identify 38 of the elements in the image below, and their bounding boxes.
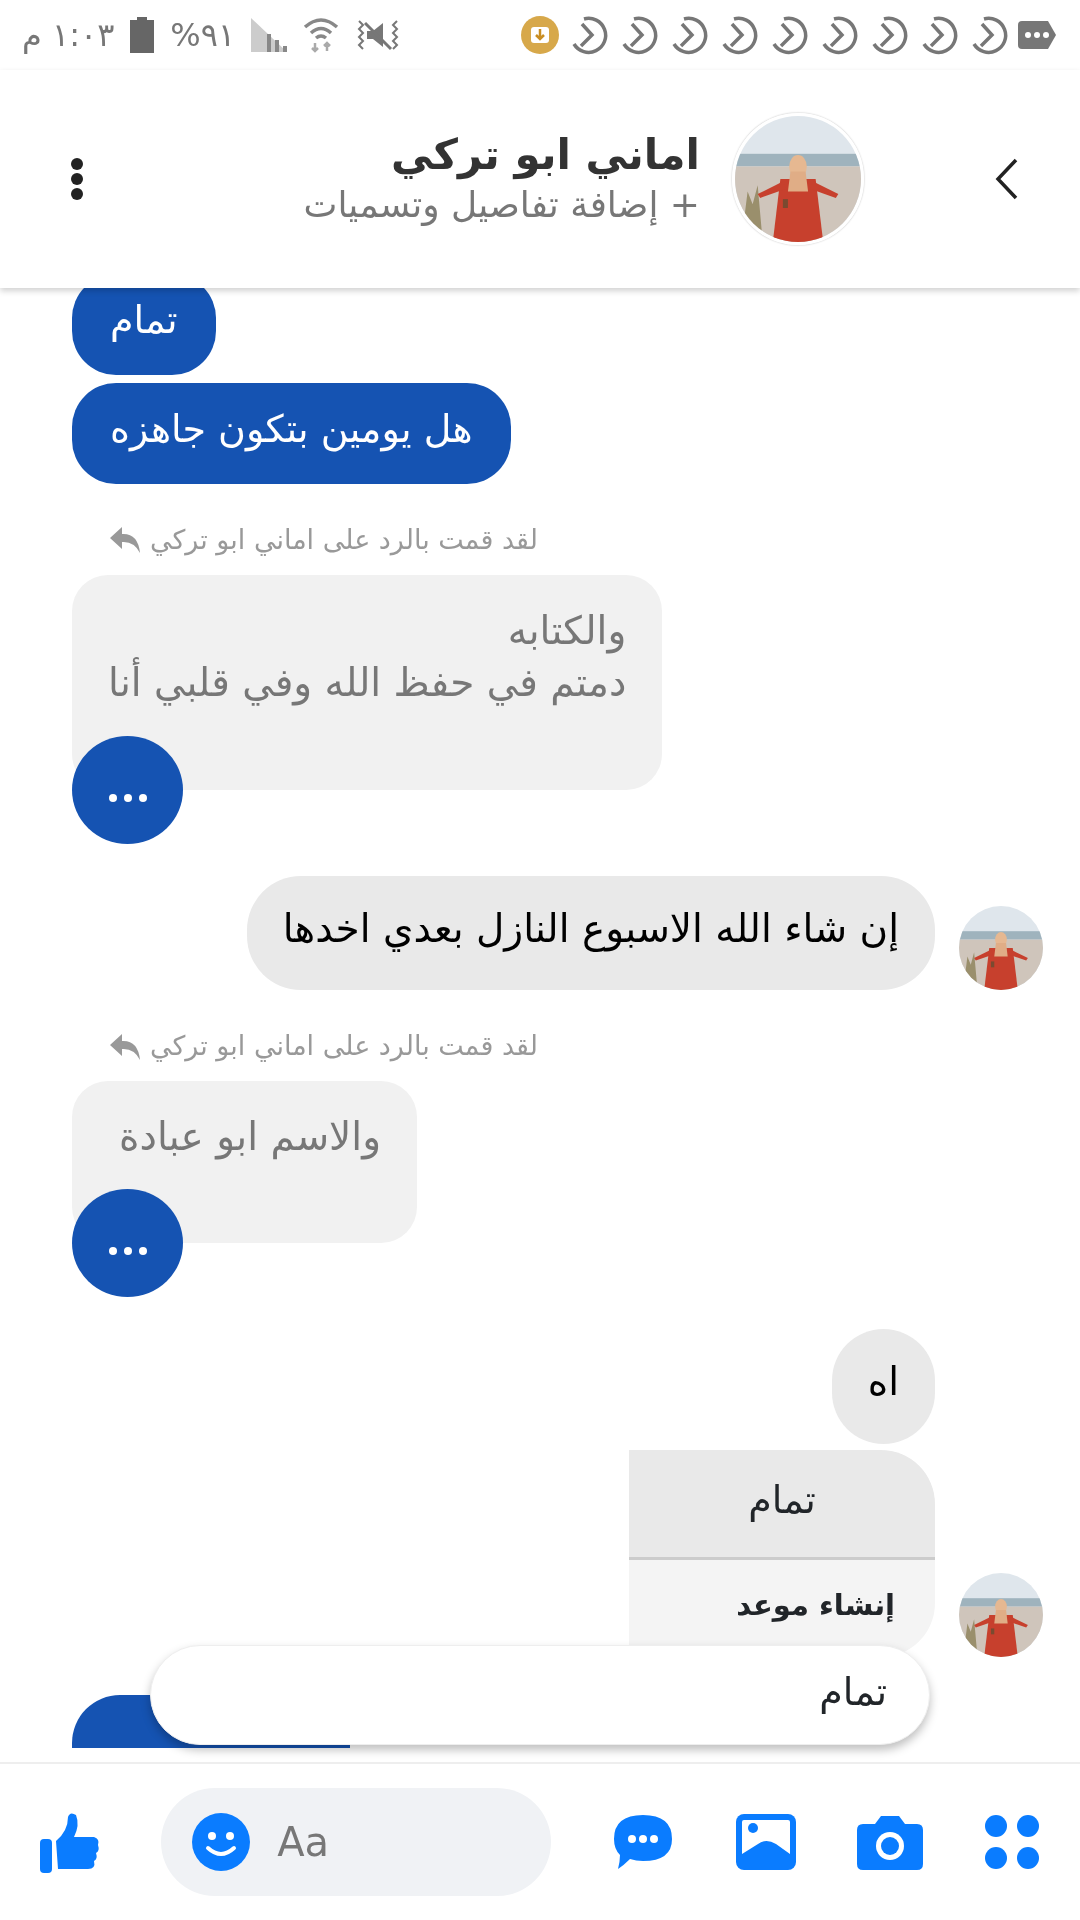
message-bubble: إن شاء الله الاسبوع النازل بعدي اخدها bbox=[246, 875, 935, 991]
download-icon bbox=[520, 15, 560, 55]
message-bubble: هل يومين بتكون جاهزه bbox=[72, 383, 511, 484]
camera-button[interactable] bbox=[856, 1814, 923, 1870]
reply-caption: لقد قمت بالرد على اماني ابو تركي bbox=[150, 523, 538, 558]
message-bubble: اه bbox=[831, 1329, 935, 1444]
reply-caption: لقد قمت بالرد على اماني ابو تركي bbox=[150, 1029, 538, 1064]
wifi-icon bbox=[303, 17, 340, 53]
chat-bubble-button[interactable] bbox=[612, 1813, 675, 1871]
signal-icon bbox=[251, 18, 288, 52]
menu-message: تمام bbox=[629, 1449, 935, 1560]
kebab-menu-icon bbox=[70, 157, 84, 201]
image-icon bbox=[735, 1814, 796, 1870]
thumbs-up-icon bbox=[40, 1811, 100, 1873]
ellipsis-icon bbox=[107, 1246, 148, 1257]
speech-bubble-icon bbox=[612, 1813, 675, 1871]
emoji-icon[interactable] bbox=[191, 1812, 252, 1872]
status-time: ١:٠٣ م bbox=[22, 15, 115, 56]
back-icon bbox=[994, 157, 1020, 201]
gallery-button[interactable] bbox=[735, 1814, 796, 1870]
reply-icon bbox=[110, 527, 142, 554]
back-button[interactable] bbox=[994, 157, 1020, 201]
contact-name: اماني ابو تركي bbox=[391, 129, 700, 182]
like-button[interactable] bbox=[40, 1811, 100, 1873]
reply-icon bbox=[110, 1033, 142, 1060]
add-details-link[interactable]: + إضافة تفاصيل وتسميات bbox=[303, 181, 700, 229]
message-composer[interactable]: Aa bbox=[161, 1788, 552, 1896]
more-apps-button[interactable] bbox=[983, 1814, 1040, 1870]
message-input-field[interactable]: Aa bbox=[275, 1811, 476, 1873]
battery-icon bbox=[130, 17, 155, 53]
ellipsis-icon bbox=[107, 792, 148, 803]
message-bubble: والكتابه دمتم في حفظ الله وفي قلبي أنا bbox=[72, 574, 663, 790]
more-options-button[interactable] bbox=[70, 157, 84, 201]
four-dots-icon bbox=[983, 1814, 1040, 1870]
battery-level: %٩١ bbox=[170, 15, 236, 56]
more-notifications-icon bbox=[1018, 19, 1058, 51]
reply-popup[interactable]: تمام bbox=[150, 1645, 930, 1745]
camera-icon bbox=[856, 1814, 923, 1870]
